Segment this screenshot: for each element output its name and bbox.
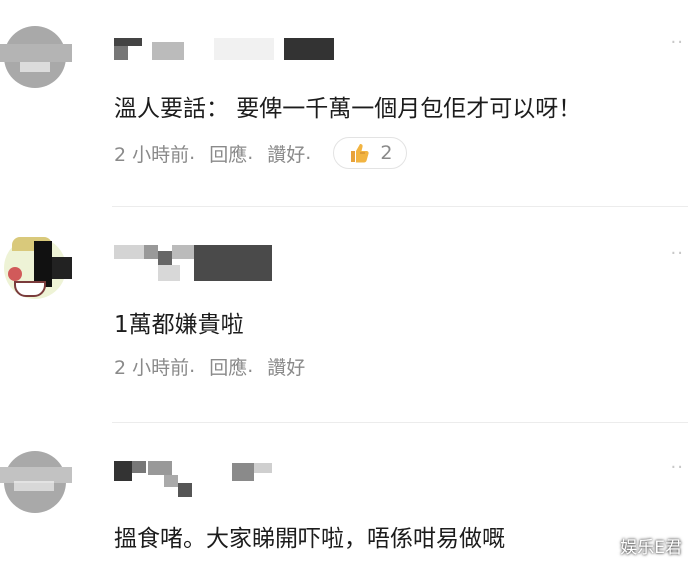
like-count: 2 [380, 142, 393, 164]
username-blurred[interactable] [114, 461, 274, 499]
separator: . [247, 142, 254, 164]
username-blurred[interactable] [114, 245, 274, 281]
avatar[interactable] [0, 26, 72, 98]
comment-meta: 2 小時前 . 回應 . 讚好 . 2 [114, 137, 408, 169]
comment-text: 溫人要話： 要俾一千萬一個月包佢才可以呀！ [114, 96, 582, 122]
like-button[interactable]: 讚好 [267, 353, 305, 380]
like-count-pill[interactable]: 2 [333, 137, 408, 169]
comment-3: ·· 搵食啫。大家睇開吓啦，唔係咁易做嘅 [0, 423, 688, 568]
more-dots-icon[interactable]: ·· [671, 243, 684, 264]
avatar[interactable] [0, 451, 72, 523]
avatar[interactable] [0, 237, 72, 309]
comment-text: 1萬都嫌貴啦 [114, 312, 244, 338]
more-dots-icon[interactable]: ·· [671, 32, 684, 53]
reply-button[interactable]: 回應 [209, 353, 247, 380]
comment-meta: 2 小時前 . 回應 . 讚好 [114, 352, 305, 380]
separator: . [189, 355, 196, 377]
separator: . [189, 142, 196, 164]
comment-text: 搵食啫。大家睇開吓啦，唔係咁易做嘅 [114, 526, 505, 552]
timestamp: 2 小時前 [114, 356, 190, 379]
watermark: 娱乐E君 [620, 538, 682, 558]
username-blurred[interactable] [114, 38, 334, 60]
comment-1: ·· 溫人要話： 要俾一千萬一個月包佢才可以呀！ 2 小時前 . 回應 . 讚好… [0, 0, 688, 205]
separator: . [247, 355, 254, 377]
timestamp: 2 小時前 [114, 143, 190, 166]
reply-button[interactable]: 回應 [209, 140, 247, 167]
like-button[interactable]: 讚好 [267, 140, 305, 167]
more-dots-icon[interactable]: ·· [671, 457, 684, 478]
separator: . [305, 142, 312, 164]
thumbs-up-icon [351, 144, 369, 163]
comment-2: ·· 1萬都嫌貴啦 2 小時前 . 回應 . 讚好 [0, 207, 688, 422]
